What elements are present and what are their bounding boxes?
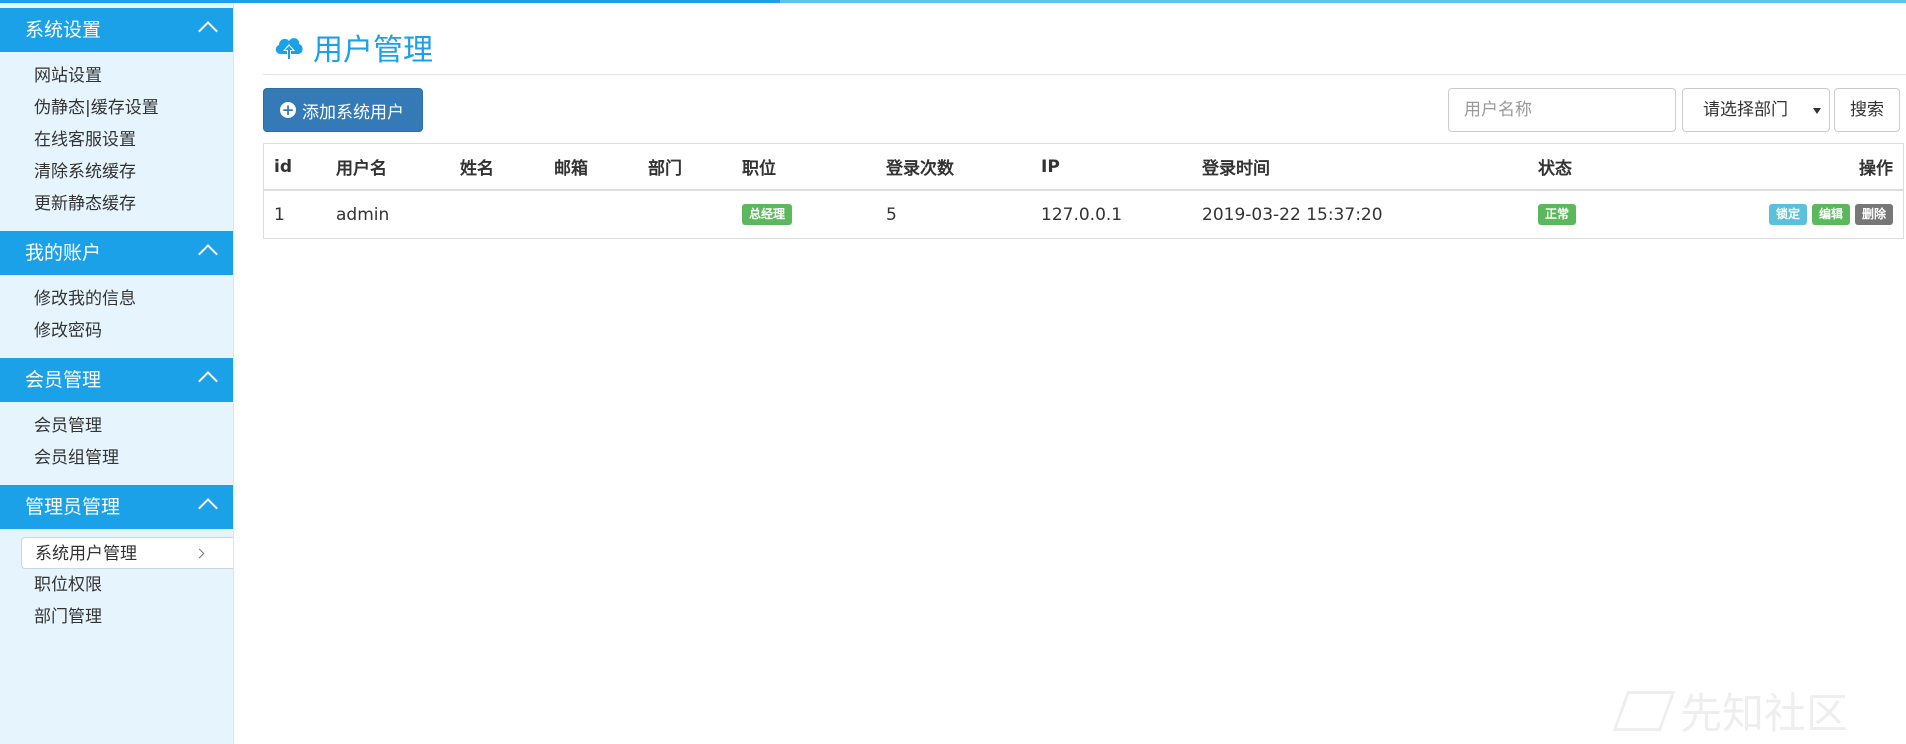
table-header: id 用户名 姓名 邮箱 部门 职位 登录次数 IP 登录时间 状态 操作 [264,144,1903,191]
username-search-input[interactable] [1448,88,1676,132]
sidebar-item-website-settings[interactable]: 网站设置 [0,60,233,92]
column-header-login-time: 登录时间 [1202,159,1270,179]
page-title: 用户管理 [273,25,433,69]
sidebar-item-members[interactable]: 会员管理 [0,410,233,442]
cell-login-count: 5 [886,204,897,225]
cell-position: 总经理 [742,191,793,238]
cell-actions: 锁定 编辑 删除 [1764,191,1893,238]
chevron-up-icon[interactable] [198,244,218,264]
edit-button[interactable]: 编辑 [1811,204,1850,225]
column-header-actions: 操作 [1859,159,1893,179]
chevron-up-icon[interactable] [198,371,218,391]
sidebar-item-edit-my-info[interactable]: 修改我的信息 [0,283,233,315]
table-row: 1 admin 总经理 5 127.0.0.1 2019-03-22 15:37… [264,191,1903,238]
sidebar-group-title: 会员管理 [25,369,102,391]
plus-circle-icon: + [280,101,296,119]
chevron-up-icon[interactable] [198,21,218,41]
add-system-user-button[interactable]: + 添加系统用户 [263,88,423,132]
caret-down-icon [1813,108,1821,114]
main-content: 用户管理 + 添加系统用户 请选择部门 搜索 id 用户名 姓名 邮箱 部门 职… [263,3,1906,744]
column-header-login-count: 登录次数 [886,159,954,179]
cell-login-time: 2019-03-22 15:37:20 [1202,204,1383,225]
sidebar-item-cache-settings[interactable]: 伪静态|缓存设置 [0,92,233,124]
column-header-status: 状态 [1538,159,1572,179]
sidebar-group-items: 修改我的信息 修改密码 [0,275,233,353]
sidebar-item-change-password[interactable]: 修改密码 [0,315,233,347]
cell-status: 正常 [1538,191,1577,238]
chevron-up-icon[interactable] [198,498,218,518]
lock-button[interactable]: 锁定 [1768,204,1807,225]
department-select-value: 请选择部门 [1703,100,1788,120]
column-header-ip: IP [1041,156,1060,177]
department-select[interactable]: 请选择部门 [1682,88,1830,132]
sidebar-group-my-account[interactable]: 我的账户 [0,231,233,275]
sidebar-item-system-users[interactable]: 系统用户管理 [21,537,233,569]
position-badge: 总经理 [742,204,793,225]
status-badge: 正常 [1538,204,1577,225]
delete-button[interactable]: 删除 [1854,204,1893,225]
cloud-upload-icon [275,38,303,60]
column-header-position: 职位 [742,159,776,179]
add-system-user-label: 添加系统用户 [302,102,404,123]
users-table: id 用户名 姓名 邮箱 部门 职位 登录次数 IP 登录时间 状态 操作 1 … [263,143,1904,239]
sidebar-group-system-settings[interactable]: 系统设置 [0,8,233,52]
sidebar-item-update-static-cache[interactable]: 更新静态缓存 [0,188,233,220]
divider [263,74,1906,75]
sidebar: 系统设置 网站设置 伪静态|缓存设置 在线客服设置 清除系统缓存 更新静态缓存 … [0,3,234,744]
sidebar-item-member-groups[interactable]: 会员组管理 [0,442,233,474]
cell-ip: 127.0.0.1 [1041,204,1123,225]
search-button[interactable]: 搜索 [1834,88,1900,132]
sidebar-group-title: 我的账户 [25,242,102,264]
watermark-text: 先知社区 [1680,689,1849,738]
sidebar-group-items: 系统用户管理 职位权限 部门管理 [0,529,233,639]
cell-id: 1 [274,204,285,225]
sidebar-group-member-management[interactable]: 会员管理 [0,358,233,402]
column-header-id: id [274,156,292,177]
sidebar-group-admin-management[interactable]: 管理员管理 [0,485,233,529]
watermark: 先知社区 [1612,680,1849,741]
watermark-logo-icon [1612,690,1676,731]
chevron-right-icon [194,548,205,559]
sidebar-item-clear-cache[interactable]: 清除系统缓存 [0,156,233,188]
sidebar-group-title: 系统设置 [25,19,102,41]
sidebar-item-online-service[interactable]: 在线客服设置 [0,124,233,156]
sidebar-item-departments[interactable]: 部门管理 [0,601,233,633]
column-header-name: 姓名 [460,159,494,179]
column-header-username: 用户名 [336,159,387,179]
sidebar-item-position-permissions[interactable]: 职位权限 [0,569,233,601]
sidebar-item-label: 系统用户管理 [35,544,137,564]
sidebar-group-items: 网站设置 伪静态|缓存设置 在线客服设置 清除系统缓存 更新静态缓存 [0,52,233,226]
sidebar-group-items: 会员管理 会员组管理 [0,402,233,480]
cell-username: admin [336,204,390,225]
column-header-email: 邮箱 [554,159,588,179]
sidebar-group-title: 管理员管理 [25,496,121,518]
page-title-text: 用户管理 [313,33,433,68]
column-header-department: 部门 [648,159,682,179]
